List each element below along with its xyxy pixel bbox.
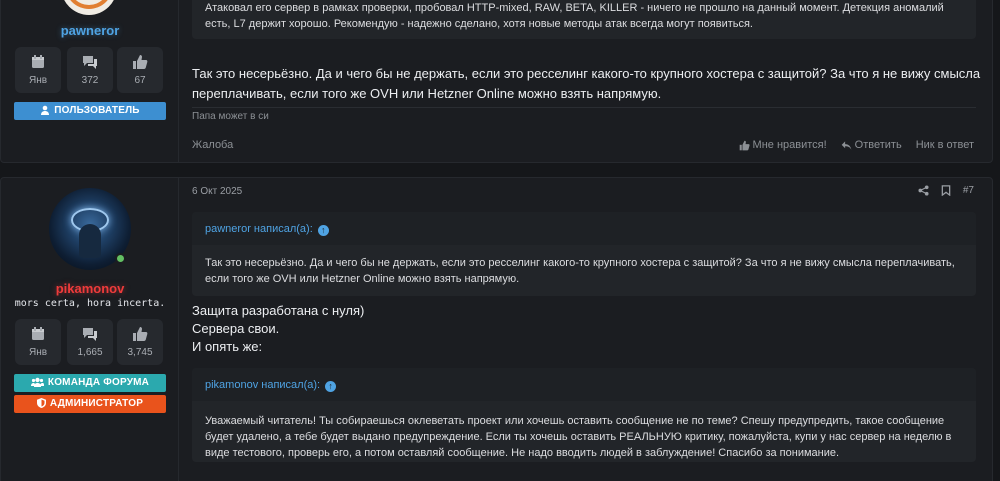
user-title: mors certa, hora incerta. — [14, 298, 166, 309]
stat-reactions: 67 — [117, 47, 163, 93]
shield-icon — [36, 398, 46, 408]
quote-body: Атаковал его сервер в рамках проверки, п… — [192, 0, 976, 39]
quote-block: pikamonov написал(а): ↑ Уважаемый читател… — [192, 368, 976, 462]
avatar[interactable] — [61, 0, 117, 15]
username[interactable]: pikamonov — [1, 281, 179, 296]
quote-body: Уважаемый читатель! Ты собираешься оклев… — [205, 415, 952, 459]
badge-label: АДМИНИСТРАТОР — [49, 398, 144, 409]
stat-messages: 372 — [67, 47, 113, 93]
messages-icon — [83, 328, 97, 341]
user-icon — [41, 105, 50, 115]
stat-joined: Янв — [15, 319, 61, 365]
stat-value: Янв — [28, 75, 48, 86]
go-to-quote-icon[interactable]: ↑ — [325, 381, 337, 392]
post-pawneror: pawneror Янв 372 67 ПОЛЬЗОВАТЕЛЬ Атакова… — [0, 0, 993, 163]
team-badge: КОМАНДА ФОРУМА — [14, 374, 166, 392]
stat-reactions: 3,745 — [117, 319, 163, 365]
like-button[interactable]: Мне нравится! — [739, 139, 827, 151]
user-badge: ПОЛЬЗОВАТЕЛЬ — [14, 102, 166, 120]
message-line: Сервера свои. — [192, 321, 280, 336]
share-icon[interactable] — [918, 185, 929, 196]
stat-value: 372 — [81, 75, 99, 86]
stat-value: 3,745 — [127, 347, 153, 358]
thumbs-up-icon — [739, 140, 750, 150]
message-line: И опять же: — [192, 339, 263, 354]
signature-divider — [192, 107, 976, 108]
badge-label: КОМАНДА ФОРУМА — [47, 377, 150, 388]
stat-joined: Янв — [15, 47, 61, 93]
user-cell: pikamonov mors certa, hora incerta. Янв … — [1, 178, 179, 481]
thumbs-up-icon — [133, 327, 148, 341]
username[interactable]: pawneror — [1, 23, 179, 38]
quote-body: Так это несерьёзно. Да и чего бы не держ… — [205, 257, 955, 285]
users-icon — [30, 377, 44, 387]
admin-badge: АДМИНИСТРАТОР — [14, 395, 166, 413]
message-body: Защита разработана с нуля) Сервера свои.… — [192, 302, 982, 356]
mention-button[interactable]: Ник в ответ — [916, 139, 974, 151]
like-label: Мне нравится! — [752, 139, 827, 151]
signature: Папа может в си — [192, 111, 269, 122]
online-indicator — [115, 253, 126, 264]
messages-icon — [83, 56, 97, 69]
post-number[interactable]: #7 — [963, 185, 974, 196]
stat-messages: 1,665 — [67, 319, 113, 365]
post-tools: #7 — [918, 185, 974, 196]
go-to-quote-icon[interactable]: ↑ — [317, 225, 329, 236]
quote-header[interactable]: pawneror написал(а): ↑ — [192, 212, 976, 245]
calendar-icon — [32, 327, 44, 340]
post-date[interactable]: 6 Окт 2025 — [192, 186, 242, 197]
bookmark-icon[interactable] — [941, 185, 951, 196]
calendar-icon — [32, 55, 44, 68]
stat-value: 1,665 — [77, 347, 103, 358]
quote-header[interactable]: pikamonov написал(а): ↑ — [192, 368, 976, 401]
report-link[interactable]: Жалоба — [192, 139, 233, 151]
message-line: Защита разработана с нуля) — [192, 303, 365, 318]
stat-value: 67 — [134, 75, 146, 86]
reply-icon — [841, 140, 851, 150]
stat-value: Янв — [28, 347, 48, 358]
post-actions: Мне нравится! Ответить Ник в ответ — [739, 139, 974, 151]
badge-label: ПОЛЬЗОВАТЕЛЬ — [54, 105, 140, 116]
user-cell: pawneror Янв 372 67 ПОЛЬЗОВАТЕЛЬ — [1, 0, 179, 162]
thumbs-up-icon — [133, 55, 148, 69]
mention-label: Ник в ответ — [915, 139, 974, 151]
quote-author[interactable]: pikamonov написал(а): — [205, 379, 320, 391]
reply-label: Ответить — [854, 139, 902, 151]
quote-author[interactable]: pawneror написал(а): — [205, 223, 313, 235]
reply-button[interactable]: Ответить — [841, 139, 902, 151]
quote-block: pawneror написал(а): ↑ Так это несерьёзно… — [192, 212, 976, 296]
message-body: Так это несерьёзно. Да и чего бы не держ… — [192, 66, 981, 101]
post-pikamonov: pikamonov mors certa, hora incerta. Янв … — [0, 177, 993, 481]
